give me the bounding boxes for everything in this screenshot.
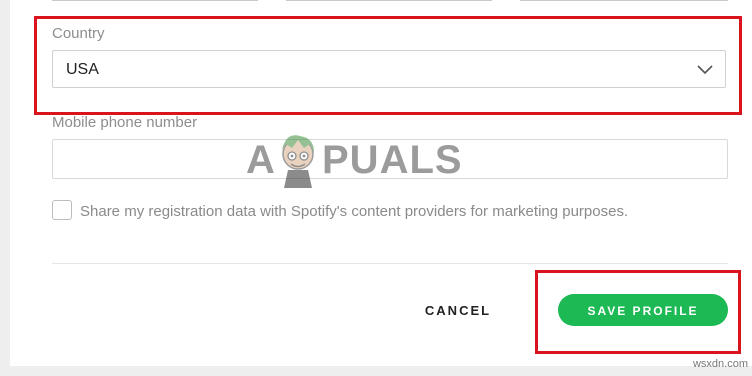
previous-field-stub — [520, 0, 728, 1]
marketing-consent-checkbox[interactable] — [52, 200, 72, 220]
marketing-consent-label: Share my registration data with Spotify'… — [80, 203, 629, 220]
bottom-gutter — [0, 366, 752, 376]
form-divider — [52, 263, 728, 264]
country-select-value: USA — [66, 61, 99, 78]
country-select[interactable]: USA — [52, 50, 726, 88]
edit-profile-page: Country USA Mobile phone number Share my… — [0, 0, 752, 376]
country-label: Country — [52, 25, 105, 42]
previous-field-stub — [52, 0, 258, 1]
mobile-phone-label: Mobile phone number — [52, 114, 198, 131]
source-watermark: wsxdn.com — [692, 358, 748, 370]
save-profile-button[interactable]: SAVE PROFILE — [558, 294, 728, 326]
left-gutter — [0, 0, 10, 376]
previous-field-stub — [286, 0, 492, 1]
chevron-down-icon — [697, 65, 713, 75]
mobile-phone-input[interactable] — [52, 139, 728, 179]
cancel-button[interactable]: CANCEL — [412, 294, 504, 326]
